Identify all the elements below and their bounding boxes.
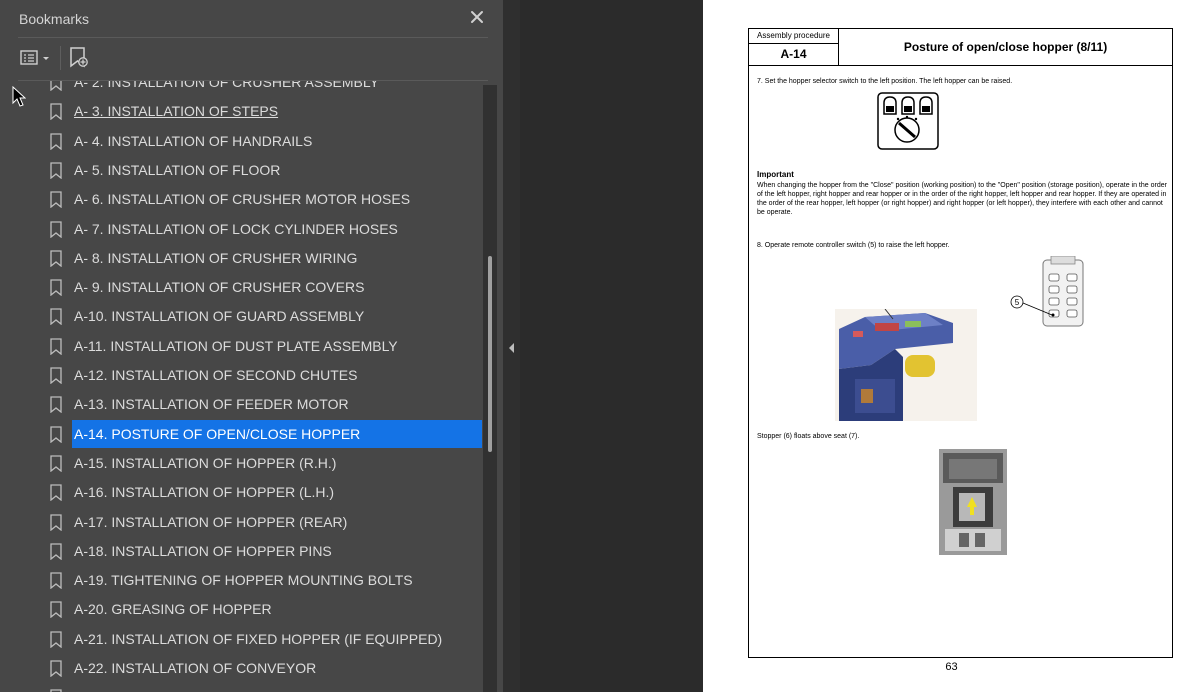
- procedure-code: A-14: [780, 47, 807, 61]
- bookmark-icon: [50, 396, 62, 413]
- bookmark-icon: [50, 338, 62, 355]
- header-cell: Assembly procedure A-14: [749, 29, 839, 65]
- new-bookmark-icon[interactable]: [67, 45, 91, 71]
- bookmark-label: A- 2. INSTALLATION OF CRUSHER ASSEMBLY: [74, 81, 379, 90]
- page-number: 63: [945, 661, 958, 673]
- important-heading: Important: [757, 170, 794, 179]
- bookmark-icon: [50, 81, 62, 91]
- bookmark-item[interactable]: A- 3. INSTALLATION OF STEPS: [18, 97, 483, 125]
- bookmark-label: A-19. TIGHTENING OF HOPPER MOUNTING BOLT…: [74, 572, 413, 588]
- bookmark-icon: [50, 631, 62, 648]
- bookmark-item[interactable]: A-16. INSTALLATION OF HOPPER (L.H.): [18, 478, 483, 506]
- scrollbar-thumb[interactable]: [488, 256, 492, 452]
- bookmark-item[interactable]: A-13. INSTALLATION OF FEEDER MOTOR: [18, 390, 483, 418]
- header-label: Assembly procedure: [749, 29, 838, 44]
- step-8-text: 8. Operate remote controller switch (5) …: [757, 242, 950, 249]
- header-rule: [749, 65, 1172, 66]
- bookmark-item[interactable]: A-10. INSTALLATION OF GUARD ASSEMBLY: [18, 302, 483, 330]
- bookmark-item[interactable]: A-15. INSTALLATION OF HOPPER (R.H.): [18, 449, 483, 477]
- crusher-machine-figure: [835, 309, 977, 421]
- important-note: When changing the hopper from the "Close…: [757, 182, 1167, 216]
- options-menu-button[interactable]: [18, 46, 54, 70]
- bookmark-label: A-12. INSTALLATION OF SECOND CHUTES: [74, 367, 358, 383]
- bookmark-item[interactable]: A-18. INSTALLATION OF HOPPER PINS: [18, 537, 483, 565]
- bookmark-label: A- 7. INSTALLATION OF LOCK CYLINDER HOSE…: [74, 221, 398, 237]
- bookmark-item[interactable]: [18, 683, 483, 692]
- remote-controller-figure: 5: [1010, 256, 1084, 327]
- document-page: Assembly procedure A-14 Posture of open/…: [703, 0, 1200, 692]
- step-7-text: 7. Set the hopper selector switch to the…: [757, 78, 1013, 85]
- bookmark-icon: [50, 191, 62, 208]
- bookmark-label: A- 4. INSTALLATION OF HANDRAILS: [74, 133, 313, 149]
- bookmark-label: A- 8. INSTALLATION OF CRUSHER WIRING: [74, 250, 358, 266]
- panel-title: Bookmarks: [19, 11, 90, 27]
- bookmark-label: A-10. INSTALLATION OF GUARD ASSEMBLY: [74, 308, 365, 324]
- bookmark-item[interactable]: A-21. INSTALLATION OF FIXED HOPPER (IF E…: [18, 625, 483, 653]
- bookmark-item[interactable]: A- 8. INSTALLATION OF CRUSHER WIRING: [18, 244, 483, 272]
- bookmark-item[interactable]: A-11. INSTALLATION OF DUST PLATE ASSEMBL…: [18, 332, 483, 360]
- bookmark-label: A-17. INSTALLATION OF HOPPER (REAR): [74, 514, 348, 530]
- bookmark-icon: [50, 426, 62, 443]
- list-options-icon: [20, 50, 49, 65]
- bookmark-item[interactable]: A-22. INSTALLATION OF CONVEYOR: [18, 654, 483, 682]
- bookmark-label: A- 9. INSTALLATION OF CRUSHER COVERS: [74, 279, 365, 295]
- mouse-cursor-icon: [12, 86, 26, 107]
- bookmark-label: A-22. INSTALLATION OF CONVEYOR: [74, 660, 317, 676]
- page-title: Posture of open/close hopper (8/11): [903, 40, 1108, 54]
- bookmarks-panel: Bookmarks A- 2. INSTALLATION OF CRUSHER …: [0, 0, 503, 692]
- bookmark-item[interactable]: A- 6. INSTALLATION OF CRUSHER MOTOR HOSE…: [18, 185, 483, 213]
- bookmark-list: A- 2. INSTALLATION OF CRUSHER ASSEMBLY A-…: [18, 81, 483, 692]
- divider: [18, 37, 488, 38]
- bookmark-label: A-14. POSTURE OF OPEN/CLOSE HOPPER: [72, 420, 482, 448]
- bookmark-icon: [50, 601, 62, 618]
- bookmark-label: [72, 683, 76, 692]
- bookmark-item[interactable]: A-14. POSTURE OF OPEN/CLOSE HOPPER: [18, 420, 483, 448]
- bookmark-icon: [50, 455, 62, 472]
- bookmark-label: A-18. INSTALLATION OF HOPPER PINS: [74, 543, 332, 559]
- toolbar-divider: [60, 46, 61, 70]
- bookmark-icon: [50, 484, 62, 501]
- bookmark-item[interactable]: A- 7. INSTALLATION OF LOCK CYLINDER HOSE…: [18, 215, 483, 243]
- bookmark-icon: [50, 162, 62, 179]
- bookmark-item[interactable]: A-12. INSTALLATION OF SECOND CHUTES: [18, 361, 483, 389]
- collapse-panel-icon[interactable]: [506, 340, 518, 356]
- bookmark-item[interactable]: A- 4. INSTALLATION OF HANDRAILS: [18, 127, 483, 155]
- bookmark-item[interactable]: A- 2. INSTALLATION OF CRUSHER ASSEMBLY: [18, 81, 483, 96]
- callout-label: 5: [1015, 298, 1020, 307]
- bookmark-icon: [50, 221, 62, 238]
- bookmark-icon: [50, 367, 62, 384]
- bookmark-icon: [50, 572, 62, 589]
- bookmark-icon: [50, 279, 62, 296]
- bookmark-label: A- 6. INSTALLATION OF CRUSHER MOTOR HOSE…: [74, 191, 411, 207]
- bookmark-icon: [50, 308, 62, 325]
- stopper-photo-figure: [939, 449, 1007, 555]
- bookmark-icon: [50, 543, 62, 560]
- bookmark-icon: [50, 133, 62, 150]
- bookmark-label: A- 5. INSTALLATION OF FLOOR: [74, 162, 281, 178]
- bookmark-label: A-13. INSTALLATION OF FEEDER MOTOR: [74, 396, 349, 412]
- bookmark-item[interactable]: A- 9. INSTALLATION OF CRUSHER COVERS: [18, 273, 483, 301]
- bookmark-icon: [50, 514, 62, 531]
- bookmark-label: A-11. INSTALLATION OF DUST PLATE ASSEMBL…: [74, 338, 398, 354]
- bookmark-item[interactable]: A-19. TIGHTENING OF HOPPER MOUNTING BOLT…: [18, 566, 483, 594]
- bookmark-item[interactable]: A- 5. INSTALLATION OF FLOOR: [18, 156, 483, 184]
- bookmark-icon: [50, 103, 62, 120]
- page-frame: Assembly procedure A-14 Posture of open/…: [748, 28, 1173, 658]
- bookmark-label: A-21. INSTALLATION OF FIXED HOPPER (IF E…: [74, 631, 443, 647]
- bookmark-label: A- 3. INSTALLATION OF STEPS: [74, 103, 279, 119]
- hopper-selector-switch-figure: [877, 92, 939, 150]
- close-icon[interactable]: [468, 8, 486, 26]
- bookmark-icon: [50, 660, 62, 677]
- bookmark-label: A-15. INSTALLATION OF HOPPER (R.H.): [74, 455, 337, 471]
- stopper-text: Stopper (6) floats above seat (7).: [757, 433, 860, 440]
- bookmark-item[interactable]: A-20. GREASING OF HOPPER: [18, 595, 483, 623]
- bookmark-icon: [50, 250, 62, 267]
- bookmark-item[interactable]: A-17. INSTALLATION OF HOPPER (REAR): [18, 508, 483, 536]
- bookmark-label: A-20. GREASING OF HOPPER: [74, 601, 272, 617]
- panel-gutter: [503, 0, 520, 692]
- bookmark-label: A-16. INSTALLATION OF HOPPER (L.H.): [74, 484, 335, 500]
